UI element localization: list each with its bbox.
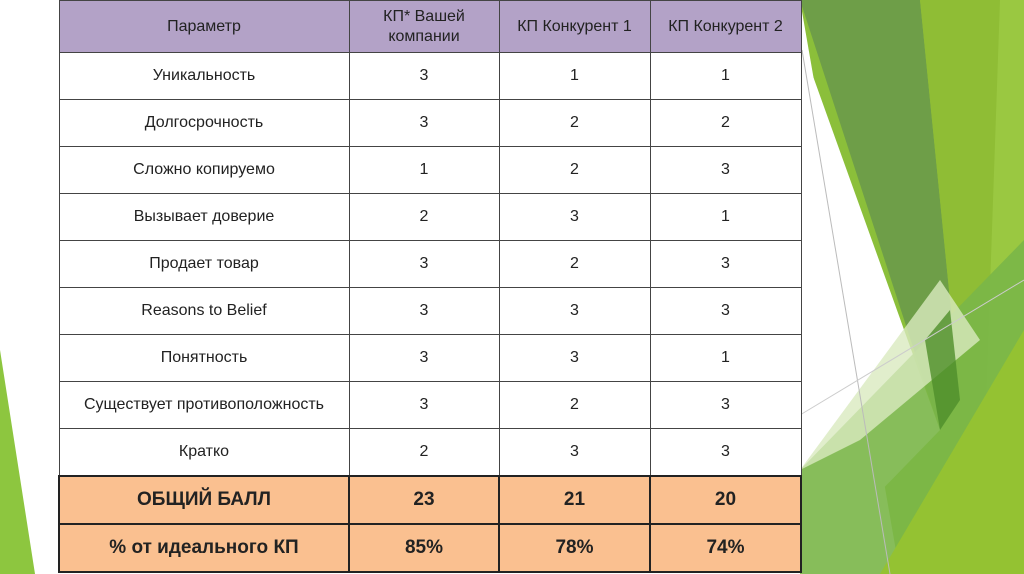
your-company-cell: 2 <box>348 428 500 477</box>
parameter-cell: % от идеального КП <box>58 523 350 573</box>
competitor-1-cell: 3 <box>498 193 651 241</box>
your-company-cell: 2 <box>348 193 500 241</box>
your-company-cell: 85% <box>348 523 500 573</box>
parameter-cell: Вызывает доверие <box>58 193 350 241</box>
competitor-2-cell: 3 <box>649 287 802 335</box>
table-row: Сложно копируемо 1 2 3 <box>58 146 802 194</box>
parameter-cell: Уникальность <box>58 52 350 100</box>
comparison-table: Параметр КП* Вашей компании КП Конкурент… <box>58 0 802 573</box>
competitor-2-cell: 3 <box>649 381 802 429</box>
your-company-cell: 23 <box>348 475 500 525</box>
competitor-1-cell: 3 <box>498 428 651 477</box>
your-company-cell: 1 <box>348 146 500 194</box>
competitor-1-cell: 2 <box>498 99 651 147</box>
your-company-cell: 3 <box>348 240 500 288</box>
competitor-1-cell: 2 <box>498 146 651 194</box>
parameter-cell: Кратко <box>58 428 350 477</box>
table-header-row: Параметр КП* Вашей компании КП Конкурент… <box>58 0 802 53</box>
competitor-2-cell: 2 <box>649 99 802 147</box>
table-row: Понятность 3 3 1 <box>58 334 802 382</box>
your-company-cell: 3 <box>348 52 500 100</box>
competitor-1-cell: 1 <box>498 52 651 100</box>
parameter-cell: Reasons to Belief <box>58 287 350 335</box>
total-row: ОБЩИЙ БАЛЛ 23 21 20 <box>58 475 802 525</box>
your-company-cell: 3 <box>348 99 500 147</box>
your-company-cell: 3 <box>348 334 500 382</box>
competitor-2-cell: 1 <box>649 193 802 241</box>
table-row: Reasons to Belief 3 3 3 <box>58 287 802 335</box>
competitor-1-cell: 21 <box>498 475 651 525</box>
table-row: Вызывает доверие 2 3 1 <box>58 193 802 241</box>
parameter-cell: Продает товар <box>58 240 350 288</box>
header-competitor-1: КП Конкурент 1 <box>498 0 651 53</box>
header-parameter: Параметр <box>58 0 350 53</box>
parameter-cell: Долгосрочность <box>58 99 350 147</box>
competitor-2-cell: 1 <box>649 334 802 382</box>
table-row: Долгосрочность 3 2 2 <box>58 99 802 147</box>
table-row: Кратко 2 3 3 <box>58 428 802 477</box>
competitor-2-cell: 20 <box>649 475 802 525</box>
header-competitor-2: КП Конкурент 2 <box>649 0 802 53</box>
competitor-1-cell: 2 <box>498 240 651 288</box>
table-row: Существует противоположность 3 2 3 <box>58 381 802 429</box>
competitor-1-cell: 2 <box>498 381 651 429</box>
table-row: Уникальность 3 1 1 <box>58 52 802 100</box>
your-company-cell: 3 <box>348 381 500 429</box>
parameter-cell: Понятность <box>58 334 350 382</box>
header-your-company: КП* Вашей компании <box>348 0 500 53</box>
total-row: % от идеального КП 85% 78% 74% <box>58 523 802 573</box>
competitor-2-cell: 3 <box>649 240 802 288</box>
parameter-cell: Существует противоположность <box>58 381 350 429</box>
competitor-2-cell: 3 <box>649 428 802 477</box>
your-company-cell: 3 <box>348 287 500 335</box>
parameter-cell: Сложно копируемо <box>58 146 350 194</box>
competitor-1-cell: 3 <box>498 287 651 335</box>
competitor-1-cell: 78% <box>498 523 651 573</box>
table-row: Продает товар 3 2 3 <box>58 240 802 288</box>
competitor-2-cell: 1 <box>649 52 802 100</box>
competitor-2-cell: 74% <box>649 523 802 573</box>
competitor-1-cell: 3 <box>498 334 651 382</box>
parameter-cell: ОБЩИЙ БАЛЛ <box>58 475 350 525</box>
competitor-2-cell: 3 <box>649 146 802 194</box>
